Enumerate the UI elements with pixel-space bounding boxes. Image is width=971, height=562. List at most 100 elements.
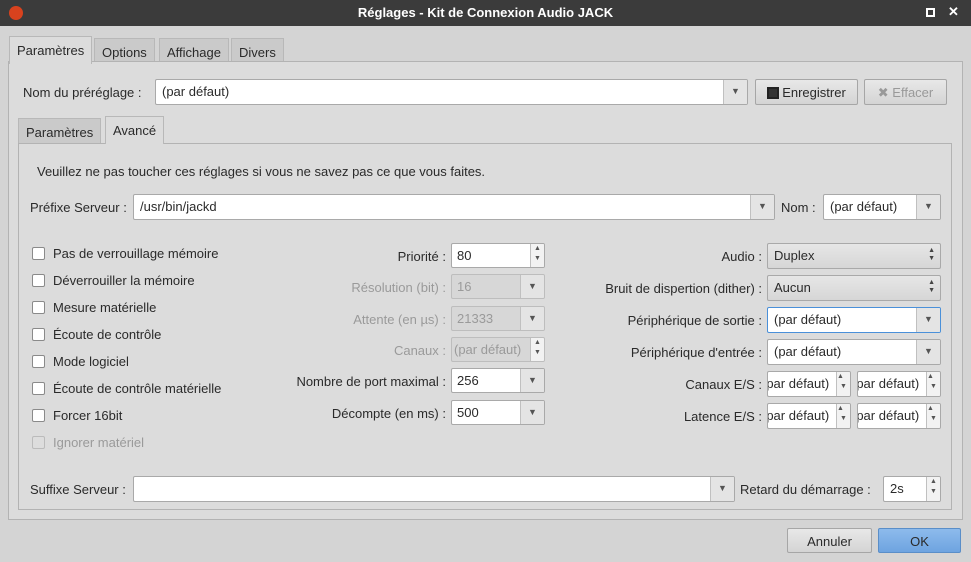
window-title: Réglages - Kit de Connexion Audio JACK: [357, 5, 614, 20]
audio-setting-label: Canaux E/S :: [685, 377, 762, 392]
io-spin-out[interactable]: (par défaut) ▲ ▼: [857, 371, 941, 397]
setting-label: Canaux :: [393, 342, 446, 358]
device-value: (par défaut): [774, 312, 842, 327]
io-value: (par défaut): [857, 408, 920, 423]
setting-value: 80: [457, 248, 472, 263]
chevron-down-icon[interactable]: ▼: [710, 477, 734, 501]
name-value: (par défaut): [830, 199, 898, 214]
audio-setting-label: Audio :: [721, 249, 762, 264]
save-label: Enregistrer: [782, 85, 846, 100]
device-combo[interactable]: (par défaut) ▼: [767, 339, 941, 365]
spin-arrows-icon[interactable]: ▲ ▼: [836, 372, 850, 396]
start-delay-value: 2s: [890, 481, 904, 496]
title-bar: Réglages - Kit de Connexion Audio JACK ✕: [0, 0, 971, 26]
tab-divers[interactable]: Divers: [231, 38, 284, 62]
device-combo[interactable]: (par défaut) ▼: [767, 307, 941, 333]
audio-setting-label: Périphérique d'entrée :: [630, 345, 762, 360]
checkbox[interactable]: [32, 355, 45, 368]
server-suffix-label: Suffixe Serveur :: [30, 482, 126, 497]
checkbox[interactable]: [32, 247, 45, 260]
name-combo[interactable]: (par défaut) ▼: [823, 194, 941, 220]
checkbox[interactable]: [32, 382, 45, 395]
checkbox-label[interactable]: Mode logiciel: [53, 354, 129, 369]
chevron-down-icon[interactable]: ▼: [916, 340, 940, 364]
audio-select[interactable]: Duplex ▲ ▼: [767, 243, 941, 269]
start-delay-label: Retard du démarrage :: [740, 482, 871, 497]
start-delay-spin[interactable]: 2s ▲ ▼: [883, 476, 941, 502]
updown-icon: ▲ ▼: [928, 279, 935, 294]
setting-field[interactable]: 80 ▲ ▼: [451, 243, 545, 268]
setting-label: Nombre de port maximal :: [296, 374, 446, 390]
maximize-icon[interactable]: [926, 8, 935, 17]
ok-button[interactable]: OK: [878, 528, 961, 553]
tab-affichage[interactable]: Affichage: [159, 38, 229, 62]
setting-value: 256: [457, 373, 479, 389]
server-prefix-combo[interactable]: /usr/bin/jackd ▼: [133, 194, 775, 220]
chevron-down-icon: ▼: [520, 275, 544, 299]
chevron-down-icon[interactable]: ▼: [723, 80, 747, 104]
preset-value: (par défaut): [162, 84, 230, 99]
checkbox-label[interactable]: Écoute de contrôle matérielle: [53, 381, 221, 396]
setting-value: 500: [457, 404, 479, 420]
select-value: Duplex: [774, 248, 815, 263]
checkbox[interactable]: [32, 274, 45, 287]
audio-setting-label: Bruit de dispertion (dither) :: [605, 281, 762, 296]
checkbox-label[interactable]: Pas de verrouillage mémoire: [53, 246, 218, 261]
io-value: (par défaut): [767, 408, 830, 423]
save-button[interactable]: Enregistrer: [755, 79, 858, 105]
cancel-button[interactable]: Annuler: [787, 528, 872, 553]
chevron-down-icon: ▼: [520, 306, 544, 330]
preset-label: Nom du préréglage :: [23, 85, 142, 100]
setting-field: 16 ▼: [451, 274, 545, 300]
audio-select[interactable]: Aucun ▲ ▼: [767, 275, 941, 301]
spin-arrows-icon[interactable]: ▲ ▼: [530, 244, 544, 267]
close-icon[interactable]: ✕: [948, 4, 959, 20]
spin-arrows-icon[interactable]: ▲ ▼: [926, 372, 940, 396]
setting-field[interactable]: 500 ▼: [451, 399, 545, 425]
io-value: (par défaut): [767, 376, 830, 391]
delete-label: Effacer: [892, 85, 934, 100]
chevron-down-icon[interactable]: ▼: [916, 308, 940, 332]
setting-field[interactable]: 256 ▼: [451, 368, 545, 394]
audio-setting-label: Périphérique de sortie :: [627, 313, 762, 328]
spin-arrows-icon[interactable]: ▲ ▼: [926, 404, 940, 428]
subtab-parametres[interactable]: Paramètres: [18, 118, 102, 144]
checkbox-label[interactable]: Forcer 16bit: [53, 408, 122, 423]
x-icon: ✖: [877, 85, 893, 100]
chevron-down-icon[interactable]: ▼: [916, 195, 940, 219]
setting-label: Attente (en µs) :: [353, 311, 446, 327]
name-label: Nom :: [781, 200, 816, 215]
checkbox-label[interactable]: Déverrouiller la mémoire: [53, 273, 195, 288]
io-spin-in[interactable]: (par défaut) ▲ ▼: [767, 371, 851, 397]
chevron-down-icon[interactable]: ▼: [520, 400, 544, 424]
server-suffix-combo[interactable]: ▼: [133, 476, 735, 502]
io-spin-out[interactable]: (par défaut) ▲ ▼: [857, 403, 941, 429]
select-value: Aucun: [774, 280, 811, 295]
checkbox[interactable]: [32, 409, 45, 422]
setting-label: Résolution (bit) :: [351, 280, 446, 296]
chevron-down-icon[interactable]: ▼: [520, 369, 544, 393]
io-spin-in[interactable]: (par défaut) ▲ ▼: [767, 403, 851, 429]
audio-setting-label: Latence E/S :: [683, 409, 762, 424]
spin-arrows-icon[interactable]: ▲ ▼: [836, 404, 850, 428]
preset-combo[interactable]: (par défaut) ▼: [155, 79, 748, 105]
checkbox: [32, 436, 45, 449]
setting-value: 21333: [457, 310, 494, 326]
subtab-avance[interactable]: Avancé: [105, 116, 165, 144]
setting-field: 21333 ▼: [451, 305, 545, 331]
checkbox[interactable]: [32, 301, 45, 314]
device-value: (par défaut): [774, 344, 842, 359]
spin-arrows-icon[interactable]: ▲ ▼: [926, 477, 940, 501]
setting-value: (par défaut): [454, 341, 522, 357]
server-prefix-label: Préfixe Serveur :: [30, 200, 127, 215]
chevron-down-icon[interactable]: ▼: [750, 195, 774, 219]
checkbox-label[interactable]: Mesure matérielle: [53, 300, 156, 315]
spin-arrows-icon: ▲ ▼: [530, 337, 544, 361]
tab-options[interactable]: Options: [94, 38, 155, 62]
checkbox-label[interactable]: Écoute de contrôle: [53, 327, 161, 342]
tab-parametres[interactable]: Paramètres: [9, 36, 93, 64]
updown-icon: ▲ ▼: [928, 247, 935, 262]
setting-label: Décompte (en ms) :: [331, 405, 446, 421]
delete-button: ✖ Effacer: [864, 79, 947, 105]
checkbox[interactable]: [32, 328, 45, 341]
